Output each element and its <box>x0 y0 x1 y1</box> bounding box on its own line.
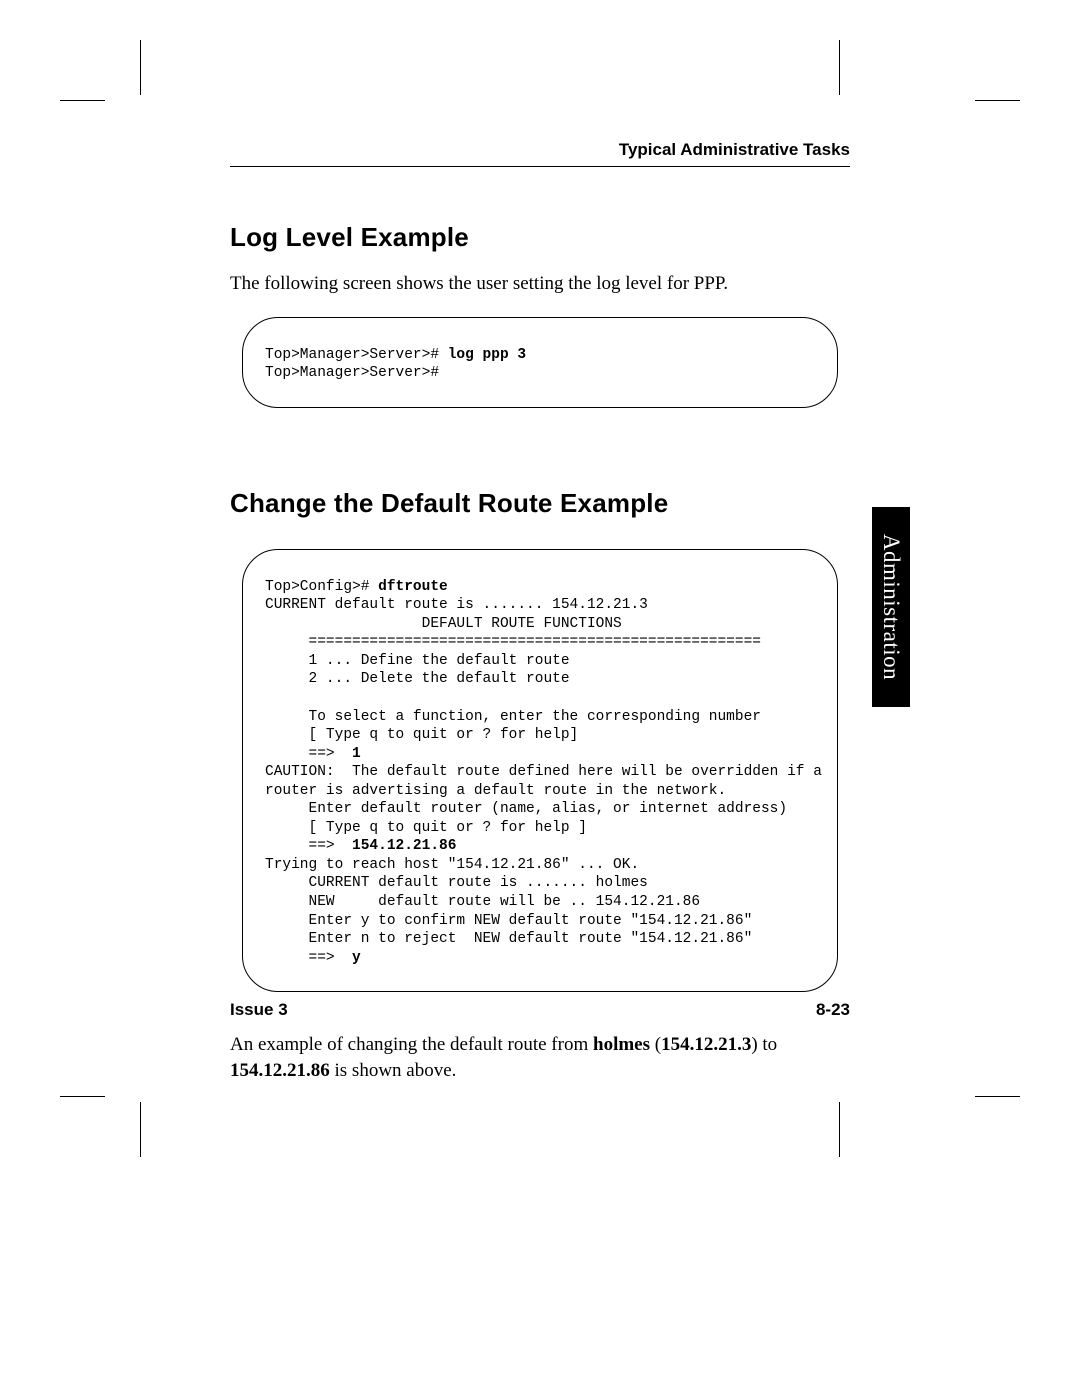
section-heading-default-route: Change the Default Route Example <box>230 488 850 519</box>
page: Administration Typical Administrative Ta… <box>0 0 1080 1397</box>
section2-outro: An example of changing the default route… <box>230 1032 850 1083</box>
side-tab: Administration <box>872 507 910 707</box>
running-header: Typical Administrative Tasks <box>230 140 850 167</box>
terminal-text: Top>Manager>Server># log ppp 3 Top>Manag… <box>265 346 815 383</box>
crop-mark <box>839 40 840 95</box>
terminal-box-log: Top>Manager>Server># log ppp 3 Top>Manag… <box>242 317 838 408</box>
crop-mark <box>839 1102 840 1157</box>
crop-mark <box>60 100 105 101</box>
footer-issue: Issue 3 <box>230 1000 288 1020</box>
footer-page: 8-23 <box>816 1000 850 1020</box>
crop-mark <box>60 1096 105 1097</box>
section-heading-log-level: Log Level Example <box>230 222 850 253</box>
side-tab-label: Administration <box>878 534 904 680</box>
crop-mark <box>140 1102 141 1157</box>
page-footer: Issue 3 8-23 <box>230 1000 850 1020</box>
terminal-text: Top>Config># dftroute CURRENT default ro… <box>265 578 815 967</box>
crop-mark <box>975 1096 1020 1097</box>
section1-intro: The following screen shows the user sett… <box>230 271 850 297</box>
crop-mark <box>140 40 141 95</box>
crop-mark <box>975 100 1020 101</box>
content-area: Typical Administrative Tasks Log Level E… <box>230 140 850 1104</box>
terminal-box-route: Top>Config># dftroute CURRENT default ro… <box>242 549 838 992</box>
